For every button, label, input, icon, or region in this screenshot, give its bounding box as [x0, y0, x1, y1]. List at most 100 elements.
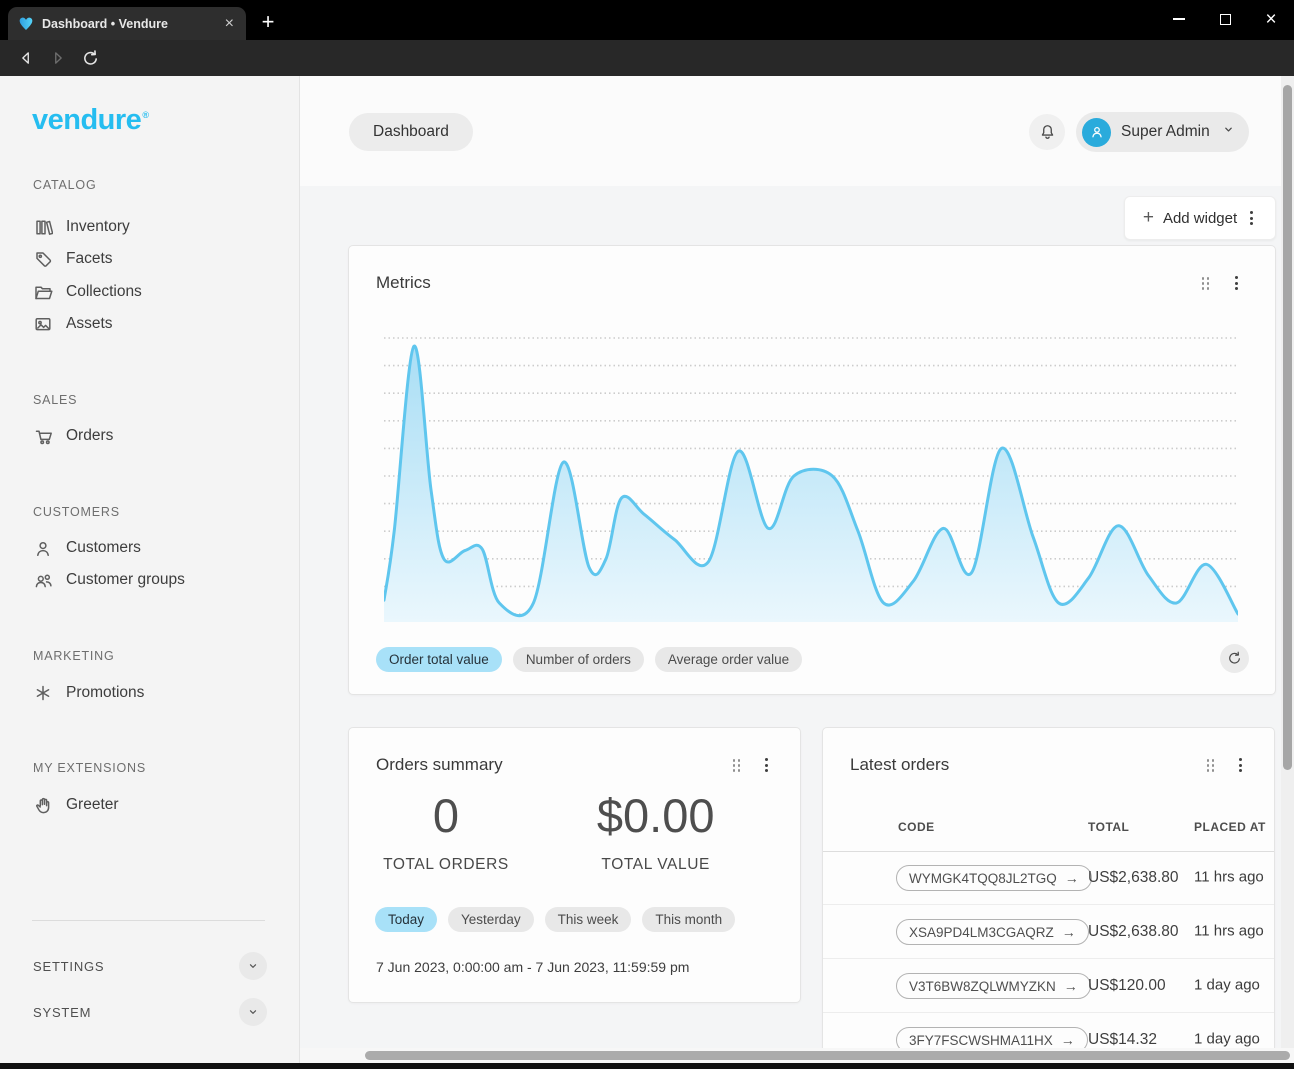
kebab-menu-icon[interactable]	[1235, 754, 1246, 776]
system-label: SYSTEM	[33, 1005, 91, 1020]
reload-button[interactable]	[78, 46, 102, 70]
add-widget-button[interactable]: + Add widget	[1124, 196, 1276, 240]
order-placed-at: 11 hrs ago	[1194, 922, 1274, 941]
column-header-placed-at: PLACED AT	[1194, 820, 1274, 834]
horizontal-scrollbar-thumb[interactable]	[365, 1051, 1290, 1060]
browser-tab[interactable]: Dashboard • Vendure ×	[8, 7, 246, 40]
tab-today[interactable]: Today	[375, 907, 437, 932]
section-label-customers: CUSTOMERS	[33, 505, 120, 519]
window-minimize-button[interactable]	[1156, 0, 1202, 38]
order-total: US$2,638.80	[1088, 923, 1179, 941]
date-range-tabs: Today Yesterday This week This month	[375, 907, 735, 932]
waving-hand-icon	[33, 795, 53, 815]
vertical-scrollbar-track[interactable]	[1281, 76, 1294, 1063]
column-header-total: TOTAL	[1088, 820, 1129, 834]
window-maximize-button[interactable]	[1202, 0, 1248, 38]
chevron-down-icon[interactable]	[239, 952, 267, 980]
table-row: V3T6BW8ZQLWMYZKN→ US$120.00 1 day ago	[823, 959, 1274, 1013]
tab-this-month[interactable]: This month	[642, 907, 735, 932]
total-value-value: $0.00	[543, 788, 769, 843]
chevron-down-icon	[1220, 121, 1237, 143]
tab-number-of-orders[interactable]: Number of orders	[513, 647, 644, 672]
browser-tab-strip: Dashboard • Vendure × + ×	[0, 0, 1294, 40]
tab-this-week[interactable]: This week	[545, 907, 632, 932]
section-label-catalog: CATALOG	[33, 178, 96, 192]
sidebar-section-system[interactable]: SYSTEM	[33, 996, 267, 1028]
drag-handle-icon[interactable]	[1207, 759, 1215, 772]
reload-icon	[81, 49, 100, 68]
sidebar-item-label: Facets	[66, 250, 113, 268]
vertical-scrollbar-thumb[interactable]	[1283, 85, 1292, 770]
add-widget-label: Add widget	[1163, 210, 1237, 227]
arrow-right-icon: →	[1062, 924, 1076, 940]
kebab-menu-icon[interactable]	[761, 754, 772, 776]
section-label-sales: SALES	[33, 393, 77, 407]
order-code-link[interactable]: V3T6BW8ZQLWMYZKN→	[896, 973, 1091, 999]
tab-close-icon[interactable]: ×	[223, 16, 236, 32]
page-header: Dashboard Super Admin	[300, 76, 1294, 186]
shopping-cart-icon	[33, 426, 53, 446]
section-label-my-extensions: MY EXTENSIONS	[33, 761, 146, 775]
horizontal-scrollbar-track[interactable]	[300, 1048, 1294, 1063]
metric-tabs: Order total value Number of orders Avera…	[376, 647, 802, 672]
close-icon: ×	[1265, 10, 1276, 29]
users-icon	[33, 570, 53, 590]
order-code-link[interactable]: WYMGK4TQQ8JL2TGQ→	[896, 865, 1092, 891]
sidebar-item-label: Orders	[66, 427, 113, 445]
new-tab-button[interactable]: +	[254, 8, 282, 36]
kebab-menu-icon[interactable]	[1231, 272, 1242, 294]
sidebar-item-label: Inventory	[66, 218, 130, 236]
back-icon	[17, 49, 35, 67]
refresh-button[interactable]	[1220, 644, 1249, 673]
forward-button[interactable]	[46, 46, 70, 70]
sidebar-item-assets[interactable]: Assets	[20, 309, 280, 339]
sidebar-item-label: Assets	[66, 315, 113, 333]
total-value-label: TOTAL VALUE	[543, 856, 769, 874]
sidebar-item-customers[interactable]: Customers	[20, 533, 280, 563]
order-placed-at: 11 hrs ago	[1194, 868, 1274, 887]
breadcrumb-dashboard-button[interactable]: Dashboard	[349, 113, 473, 151]
tab-order-total-value[interactable]: Order total value	[376, 647, 502, 672]
column-header-code: CODE	[898, 820, 935, 834]
notifications-button[interactable]	[1029, 114, 1065, 150]
user-icon	[1088, 123, 1106, 141]
sidebar-item-label: Collections	[66, 283, 142, 301]
user-menu-button[interactable]: Super Admin	[1076, 112, 1249, 152]
tag-icon	[33, 249, 53, 269]
sidebar-item-collections[interactable]: Collections	[20, 277, 280, 307]
order-total: US$14.32	[1088, 1031, 1157, 1049]
drag-handle-icon[interactable]	[733, 759, 741, 772]
forward-icon	[49, 49, 67, 67]
image-icon	[33, 314, 53, 334]
drag-handle-icon[interactable]	[1202, 277, 1210, 290]
refresh-icon	[1226, 650, 1243, 667]
sidebar-item-promotions[interactable]: Promotions	[20, 678, 280, 708]
sidebar-item-customer-groups[interactable]: Customer groups	[20, 565, 280, 595]
window-close-button[interactable]: ×	[1248, 0, 1294, 38]
sidebar-item-greeter[interactable]: Greeter	[20, 790, 280, 820]
tab-average-order-value[interactable]: Average order value	[655, 647, 802, 672]
sidebar-item-label: Customers	[66, 539, 141, 557]
user-name: Super Admin	[1121, 123, 1210, 141]
settings-label: SETTINGS	[33, 959, 104, 974]
sidebar-item-label: Customer groups	[66, 571, 185, 589]
kebab-menu-icon[interactable]	[1246, 207, 1257, 229]
sidebar-item-orders[interactable]: Orders	[20, 421, 280, 451]
sidebar-item-label: Promotions	[66, 684, 144, 702]
chart-area-fill	[384, 346, 1238, 622]
bell-icon	[1037, 122, 1058, 143]
chevron-down-icon[interactable]	[239, 998, 267, 1026]
vendure-logo[interactable]: vendure®	[32, 104, 148, 137]
plus-icon: +	[1143, 208, 1154, 227]
folder-open-icon	[33, 282, 53, 302]
back-button[interactable]	[14, 46, 38, 70]
sidebar-item-facets[interactable]: Facets	[20, 244, 280, 274]
order-code-link[interactable]: XSA9PD4LM3CGAQRZ→	[896, 919, 1089, 945]
sidebar-item-label: Greeter	[66, 796, 119, 814]
sidebar-section-settings[interactable]: SETTINGS	[33, 950, 267, 982]
arrow-right-icon: →	[1065, 870, 1079, 886]
total-orders-stat: 0 TOTAL ORDERS	[349, 788, 543, 874]
table-row: XSA9PD4LM3CGAQRZ→ US$2,638.80 11 hrs ago	[823, 905, 1274, 959]
tab-yesterday[interactable]: Yesterday	[448, 907, 534, 932]
sidebar-item-inventory[interactable]: Inventory	[20, 212, 280, 242]
